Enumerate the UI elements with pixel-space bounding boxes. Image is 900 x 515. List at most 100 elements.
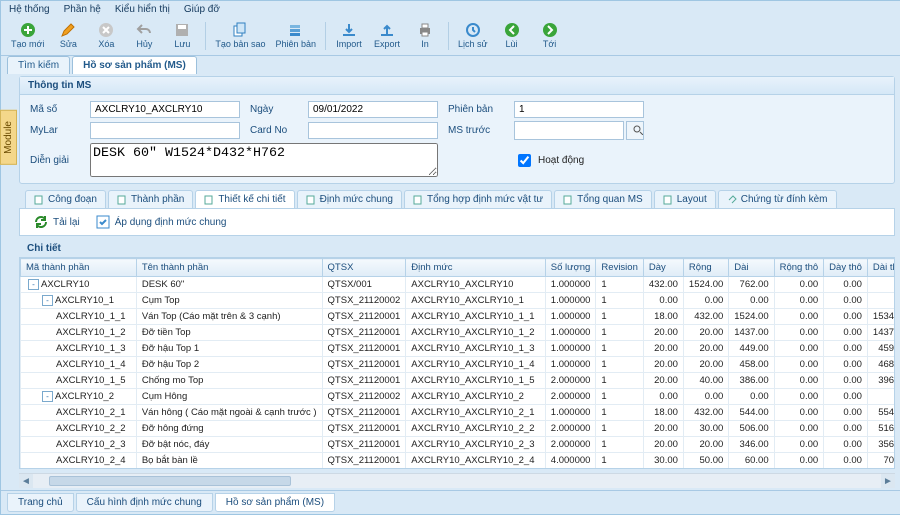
table-row[interactable]: -AXCLRY10DESK 60"QTSX/001AXCLRY10_AXCLRY… <box>21 277 896 293</box>
subtab-tonghop[interactable]: Tổng hợp định mức vật tư <box>404 190 552 208</box>
info-panel: Thông tin MS Mã số Ngày Phiên bản MyLar … <box>19 76 895 184</box>
cell-rev: 1 <box>596 277 643 293</box>
copy-button[interactable]: Tạo bản sao <box>211 20 269 51</box>
input-mylar[interactable] <box>90 122 240 139</box>
table-row[interactable]: AXCLRY10_1_5Chống mo TopQTSX_21120001AXC… <box>21 373 896 389</box>
column-header[interactable]: Dài <box>729 259 774 277</box>
footer-tab-config[interactable]: Cấu hình định mức chung <box>76 493 213 512</box>
table-row[interactable]: AXCLRY10_1_2Đỡ tiền TopQTSX_21120001AXCL… <box>21 325 896 341</box>
table-row[interactable]: AXCLRY10_2_3Đỡ bật nóc, đáyQTSX_21120001… <box>21 437 896 453</box>
input-diengiai[interactable] <box>90 143 438 177</box>
cell-qtsx: QTSX_21120002 <box>322 293 406 309</box>
back-button[interactable]: Lùi <box>494 20 530 51</box>
cell-sl: 4.000000 <box>545 453 596 469</box>
footer-tab-product[interactable]: Hồ sơ sản phẩm (MS) <box>215 493 335 512</box>
cell-dm: AXCLRY10_AXCLRY10_1_2 <box>406 325 546 341</box>
delete-button[interactable]: Xóa <box>88 20 124 51</box>
subtab-tongquan[interactable]: Tổng quan MS <box>554 190 652 208</box>
column-header[interactable]: Tên thành phần <box>136 259 322 277</box>
table-row[interactable]: AXCLRY10_2_2Đỡ hông đứngQTSX_21120001AXC… <box>21 421 896 437</box>
subtab-chungtu[interactable]: Chứng từ đính kèm <box>718 190 837 208</box>
tree-expander[interactable]: - <box>28 279 39 290</box>
subtab-thanhphan[interactable]: Thành phần <box>108 190 193 208</box>
column-header[interactable]: Số lượng <box>545 259 596 277</box>
subtab-chitiet[interactable]: Thiết kế chi tiết <box>195 190 294 208</box>
column-header[interactable]: Rộng <box>683 259 728 277</box>
cell-qtsx: QTSX_21120001 <box>322 469 406 470</box>
cell-rev: 1 <box>596 293 643 309</box>
tab-search[interactable]: Tìm kiếm <box>7 56 70 74</box>
subtab-congdoan[interactable]: Công đoạn <box>25 190 106 208</box>
label-hoatdong: Hoạt động <box>538 155 584 166</box>
cell-sl: 1.000000 <box>545 341 596 357</box>
horizontal-scrollbar[interactable]: ◄ ► <box>19 473 895 488</box>
column-header[interactable]: Dày <box>643 259 683 277</box>
column-header[interactable]: Dày thô <box>824 259 868 277</box>
export-button[interactable]: Export <box>369 20 405 51</box>
version-button[interactable]: Phiên bản <box>271 20 320 51</box>
table-row[interactable]: -AXCLRY10_2Cụm HôngQTSX_21120002AXCLRY10… <box>21 389 896 405</box>
table-row[interactable]: AXCLRY10_2_1Ván hông ( Cáo mặt ngoài & c… <box>21 405 896 421</box>
tree-expander[interactable]: - <box>42 295 53 306</box>
reload-button[interactable]: Tải lại <box>34 215 80 229</box>
cell-qtsx: QTSX_21120001 <box>322 341 406 357</box>
checkbox-hoatdong[interactable] <box>518 154 531 167</box>
sidebar-module-tab[interactable]: Module <box>0 110 17 165</box>
cell-qtsx: QTSX_21120001 <box>322 437 406 453</box>
input-mstruoc[interactable] <box>514 121 624 140</box>
apply-norm-button[interactable]: Áp dụng định mức chung <box>96 215 227 229</box>
cell-dm: AXCLRY10_AXCLRY10 <box>406 277 546 293</box>
column-header[interactable]: Mã thành phần <box>21 259 137 277</box>
cell-ma: AXCLRY10_1 <box>55 295 114 306</box>
detail-grid[interactable]: Mã thành phầnTên thành phầnQTSXĐịnh mứcS… <box>19 257 895 469</box>
table-row[interactable]: AXCLRY10_2_5Ván đáyQTSX_21120001AXCLRY10… <box>21 469 896 470</box>
scroll-thumb[interactable] <box>49 476 291 486</box>
cell-dm: AXCLRY10_AXCLRY10_2 <box>406 389 546 405</box>
cell-rev: 1 <box>596 325 643 341</box>
cell-rev: 1 <box>596 453 643 469</box>
table-row[interactable]: AXCLRY10_1_1Ván Top (Cáo mặt trên & 3 cạ… <box>21 309 896 325</box>
table-row[interactable]: AXCLRY10_1_4Đỡ hậu Top 2QTSX_21120001AXC… <box>21 357 896 373</box>
input-cardno[interactable] <box>308 122 438 139</box>
label-cardno: Card No <box>250 125 298 136</box>
column-header[interactable]: Rộng thô <box>774 259 824 277</box>
subtab-layout[interactable]: Layout <box>654 190 716 208</box>
table-row[interactable]: -AXCLRY10_1Cụm TopQTSX_21120002AXCLRY10_… <box>21 293 896 309</box>
input-phienban[interactable] <box>514 101 644 118</box>
import-icon <box>341 22 357 38</box>
refresh-icon <box>34 215 48 229</box>
cell-dm: AXCLRY10_AXCLRY10_1 <box>406 293 546 309</box>
input-ngay[interactable] <box>308 101 438 118</box>
subtab-dinhmuc[interactable]: Định mức chung <box>297 190 402 208</box>
scroll-left-arrow[interactable]: ◄ <box>19 474 33 488</box>
import-button[interactable]: Import <box>331 20 367 51</box>
table-row[interactable]: AXCLRY10_1_3Đỡ hậu Top 1QTSX_21120001AXC… <box>21 341 896 357</box>
save-button[interactable]: Lưu <box>164 20 200 51</box>
cancel-button[interactable]: Hủy <box>126 20 162 51</box>
table-row[interactable]: AXCLRY10_2_4Bọ bắt bàn lềQTSX_21120001AX… <box>21 453 896 469</box>
menu-module[interactable]: Phần hệ <box>64 4 101 15</box>
edit-button[interactable]: Sửa <box>50 20 86 51</box>
print-button[interactable]: In <box>407 20 443 51</box>
menu-view[interactable]: Kiểu hiển thị <box>115 4 170 15</box>
forward-button[interactable]: Tới <box>532 20 568 51</box>
footer-tab-home[interactable]: Trang chủ <box>7 493 74 512</box>
history-button[interactable]: Lịch sử <box>454 20 492 51</box>
input-maso[interactable] <box>90 101 240 118</box>
column-header[interactable]: Revision <box>596 259 643 277</box>
new-button[interactable]: Tạo mới <box>7 20 48 51</box>
doc-icon <box>413 195 423 205</box>
column-header[interactable]: QTSX <box>322 259 406 277</box>
column-header[interactable]: Dài thô <box>867 259 895 277</box>
column-header[interactable]: Định mức <box>406 259 546 277</box>
disk-icon <box>174 22 190 38</box>
menu-system[interactable]: Hệ thống <box>9 4 50 15</box>
cell-rev: 1 <box>596 357 643 373</box>
tree-expander[interactable]: - <box>42 391 53 402</box>
tab-product[interactable]: Hồ sơ sản phẩm (MS) <box>72 56 197 74</box>
scroll-right-arrow[interactable]: ► <box>881 474 895 488</box>
cell-dm: AXCLRY10_AXCLRY10_1_1 <box>406 309 546 325</box>
lookup-mstruoc-button[interactable] <box>626 121 644 140</box>
printer-icon <box>417 22 433 38</box>
menu-help[interactable]: Giúp đỡ <box>184 4 220 15</box>
